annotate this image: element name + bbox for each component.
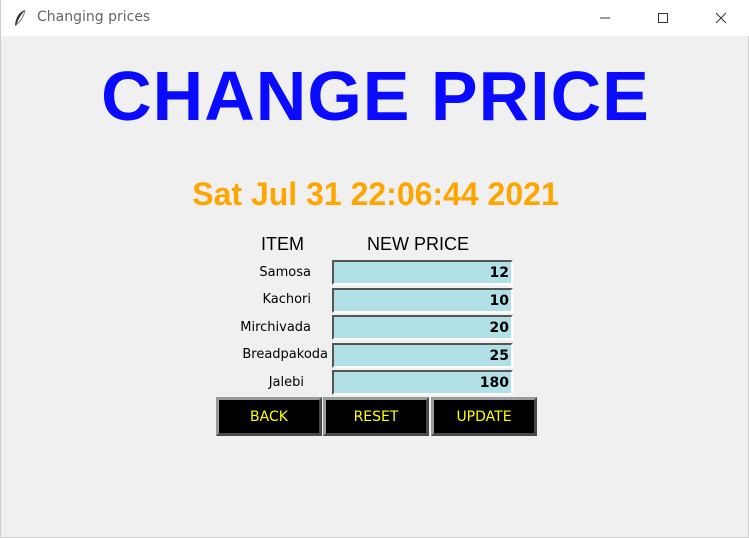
item-column-header: ITEM bbox=[261, 234, 304, 254]
feather-icon bbox=[15, 9, 26, 26]
item-label-kachori: Kachori bbox=[262, 292, 311, 307]
update-button[interactable]: UPDATE bbox=[431, 397, 537, 436]
item-label-mirchivada: Mirchivada bbox=[240, 320, 311, 335]
app-window: Changing prices CHANGE PRICE Sat Jul 31 … bbox=[0, 0, 749, 538]
price-column-header: NEW PRICE bbox=[367, 234, 470, 254]
datetime-label: Sat Jul 31 22:06:44 2021 bbox=[192, 176, 559, 212]
page-title: CHANGE PRICE bbox=[101, 57, 650, 135]
close-icon bbox=[715, 12, 727, 24]
maximize-button[interactable] bbox=[640, 0, 686, 36]
price-input-breadpakoda[interactable] bbox=[332, 343, 513, 368]
price-input-mirchivada[interactable] bbox=[332, 315, 513, 340]
item-label-breadpakoda: Breadpakoda bbox=[242, 347, 328, 362]
price-input-jalebi[interactable] bbox=[332, 370, 513, 395]
maximize-icon bbox=[658, 13, 668, 23]
item-label-jalebi: Jalebi bbox=[268, 375, 304, 390]
minimize-button[interactable] bbox=[582, 0, 628, 36]
close-button[interactable] bbox=[698, 0, 744, 36]
price-input-kachori[interactable] bbox=[332, 288, 513, 313]
price-input-samosa[interactable] bbox=[332, 260, 513, 285]
item-label-samosa: Samosa bbox=[259, 265, 311, 280]
minimize-icon bbox=[600, 17, 610, 19]
title-bar: Changing prices bbox=[1, 0, 749, 36]
back-button[interactable]: BACK bbox=[216, 397, 322, 436]
reset-button[interactable]: RESET bbox=[323, 397, 429, 436]
window-title: Changing prices bbox=[37, 9, 151, 25]
